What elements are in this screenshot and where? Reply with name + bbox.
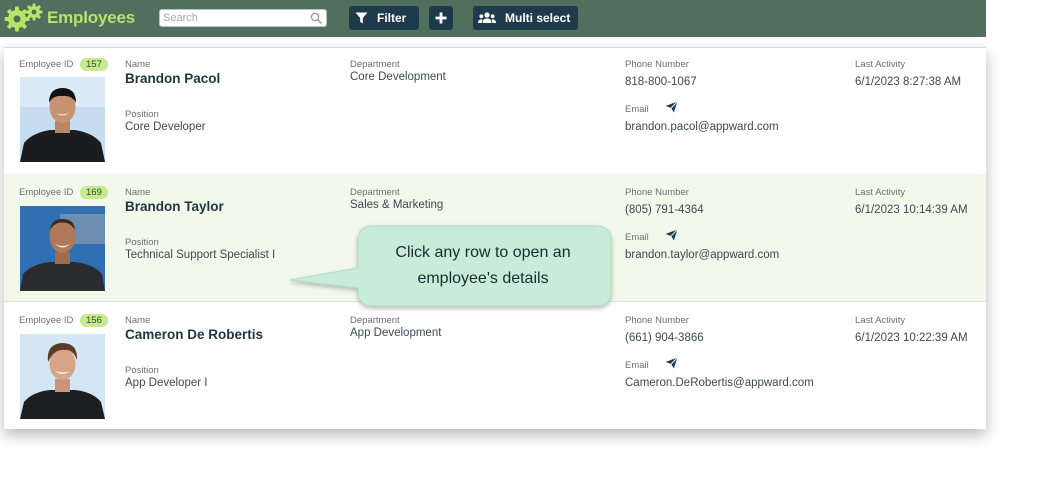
plus-icon [435,12,447,24]
employee-phone: (805) 791-4364 [625,204,704,216]
last-activity-label: Last Activity [855,315,906,326]
name-label: Name [125,315,151,326]
employee-position: Core Developer [125,121,206,133]
search-input[interactable] [163,11,307,25]
employee-department: App Development [350,327,442,339]
employee-name: Brandon Pacol [125,71,221,86]
employee-photo [20,334,105,419]
employee-position: App Developer I [125,377,208,389]
send-icon[interactable] [665,357,678,369]
name-label: Name [125,59,151,70]
employee-department: Core Development [350,71,446,83]
employee-position: Technical Support Specialist I [125,249,276,261]
employee-name: Brandon Taylor [125,199,224,214]
employee-photo [20,206,105,291]
search-icon[interactable] [310,12,322,24]
employee-id-label: Employee ID [19,315,74,326]
employee-phone: (661) 904-3866 [625,332,704,344]
employee-id-label: Employee ID [19,59,74,70]
phone-label: Phone Number [625,59,689,70]
employee-last-activity: 6/1/2023 8:27:38 AM [855,76,962,88]
phone-label: Phone Number [625,187,689,198]
employee-name: Cameron De Robertis [125,327,264,342]
employee-last-activity: 6/1/2023 10:22:39 AM [855,332,968,344]
search-box[interactable] [159,9,327,27]
employee-phone: 818-800-1067 [625,76,697,88]
filter-button-label: Filter [377,11,407,25]
tooltip-line-1: Click any row to open an [395,244,571,261]
filter-button[interactable]: Filter [349,6,419,30]
employee-id-badge: 157 [80,58,108,71]
email-label: Email [625,360,649,371]
send-icon[interactable] [665,101,678,113]
employee-department: Sales & Marketing [350,199,444,211]
email-label: Email [625,232,649,243]
department-label: Department [350,59,400,70]
email-label: Email [625,104,649,115]
app-header: Employees Filter [0,0,986,37]
employee-row[interactable]: Employee ID 157 Name Brandon Pacol Posit… [4,48,986,176]
employee-email[interactable]: Cameron.DeRobertis@appward.com [625,377,814,389]
users-icon [478,12,496,23]
employee-id-badge: 169 [80,186,108,199]
name-label: Name [125,187,151,198]
multi-select-button-label: Multi select [505,11,571,25]
brand: Employees [4,3,135,33]
send-icon[interactable] [665,229,678,241]
tooltip-text: Click any row to open an employee's deta… [355,226,611,306]
employee-last-activity: 6/1/2023 10:14:39 AM [855,204,968,216]
filter-icon [355,12,368,24]
tooltip-line-2: employee's details [417,270,549,287]
position-label: Position [125,109,159,120]
app-title: Employees [47,8,135,27]
last-activity-label: Last Activity [855,59,906,70]
add-employee-button[interactable] [429,6,453,30]
department-label: Department [350,315,400,326]
department-label: Department [350,187,400,198]
employee-row[interactable]: Employee ID 156 Name Cameron De Robertis… [4,302,986,429]
gears-icon [4,3,43,32]
employee-email[interactable]: brandon.taylor@appward.com [625,249,779,261]
employee-id-badge: 156 [80,314,108,327]
multi-select-button[interactable]: Multi select [473,6,578,30]
employee-email[interactable]: brandon.pacol@appward.com [625,121,779,133]
employee-id-label: Employee ID [19,187,74,198]
employee-photo [20,77,105,162]
last-activity-label: Last Activity [855,187,906,198]
phone-label: Phone Number [625,315,689,326]
position-label: Position [125,365,159,376]
position-label: Position [125,237,159,248]
